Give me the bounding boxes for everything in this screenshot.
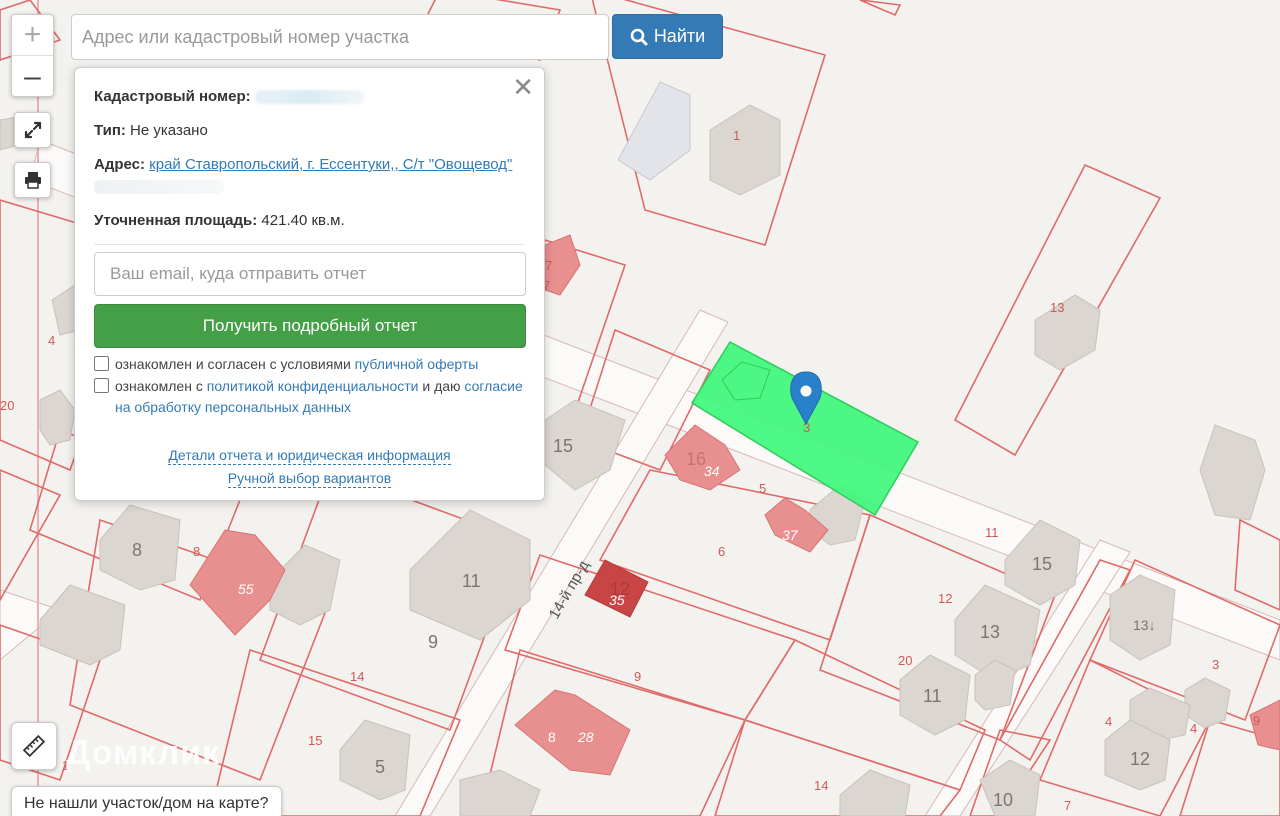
svg-text:5: 5 — [759, 481, 766, 496]
privacy-consent-text-b: и даю — [422, 378, 461, 394]
svg-text:34: 34 — [704, 463, 720, 479]
ruler-button[interactable] — [11, 722, 57, 770]
manual-selection-link[interactable]: Ручной выбор вариантов — [227, 470, 392, 488]
svg-text:13: 13 — [980, 622, 1000, 642]
svg-text:35: 35 — [609, 592, 625, 608]
public-offer-link[interactable]: публичной оферты — [355, 356, 479, 372]
svg-text:5: 5 — [375, 757, 385, 777]
cadastral-number-redacted — [254, 90, 365, 105]
svg-text:37: 37 — [782, 527, 799, 543]
address-redacted — [94, 180, 224, 195]
svg-text:28: 28 — [577, 729, 594, 745]
type-value: Не указано — [130, 122, 208, 139]
svg-text:13↓: 13↓ — [1133, 617, 1156, 633]
offer-consent: ознакомлен и согласен с условиями публич… — [94, 354, 525, 375]
svg-text:12: 12 — [938, 591, 952, 606]
svg-text:7: 7 — [545, 258, 552, 273]
svg-text:15: 15 — [553, 436, 573, 456]
svg-text:1: 1 — [733, 128, 740, 143]
svg-text:12: 12 — [1130, 749, 1150, 769]
popup-links: Детали отчета и юридическая информация Р… — [94, 444, 525, 490]
svg-text:15: 15 — [1032, 554, 1052, 574]
svg-text:14: 14 — [814, 778, 828, 793]
svg-text:4: 4 — [1105, 714, 1112, 729]
privacy-policy-link[interactable]: политикой конфиденциальности — [207, 378, 419, 394]
svg-text:3: 3 — [1212, 657, 1219, 672]
svg-text:13: 13 — [1050, 300, 1064, 315]
svg-text:15: 15 — [308, 733, 322, 748]
svg-text:14: 14 — [350, 669, 364, 684]
svg-text:11: 11 — [462, 571, 481, 591]
expand-icon — [24, 121, 41, 139]
email-field[interactable] — [94, 252, 526, 296]
svg-text:9: 9 — [1253, 713, 1260, 728]
offer-consent-text: ознакомлен и согласен с условиями — [115, 356, 351, 372]
search-input[interactable] — [71, 14, 609, 60]
address-row: Адрес: край Ставропольский, г. Ессентуки… — [94, 154, 525, 198]
svg-text:10: 10 — [993, 790, 1013, 810]
privacy-consent: ознакомлен с политикой конфиденциальност… — [94, 376, 525, 418]
divider — [94, 244, 525, 245]
close-icon[interactable]: ✕ — [512, 74, 534, 100]
area-value: 421.40 кв.м. — [261, 212, 345, 229]
svg-text:20: 20 — [0, 398, 14, 413]
svg-text:8: 8 — [193, 544, 200, 559]
svg-text:7: 7 — [1064, 798, 1071, 813]
privacy-consent-text-a: ознакомлен с — [115, 378, 203, 394]
svg-text:20: 20 — [898, 653, 912, 668]
printer-icon — [24, 172, 41, 189]
type-row: Тип: Не указано — [94, 120, 525, 142]
cadastral-number-row: Кадастровый номер: — [94, 86, 525, 108]
svg-text:9: 9 — [428, 632, 438, 652]
zoom-control: + – — [11, 14, 54, 97]
svg-text:9: 9 — [634, 669, 641, 684]
address-link[interactable]: край Ставропольский, г. Ессентуки,, С/т … — [149, 156, 512, 173]
search-icon — [630, 28, 648, 45]
offer-consent-checkbox[interactable] — [94, 356, 109, 371]
print-button[interactable] — [14, 162, 51, 198]
svg-text:55: 55 — [238, 581, 254, 597]
svg-text:11: 11 — [985, 525, 999, 540]
get-report-button[interactable]: Получить подробный отчет — [94, 304, 526, 348]
search-button[interactable]: Найти — [612, 14, 723, 59]
svg-text:11: 11 — [923, 686, 942, 706]
ruler-icon — [22, 734, 46, 758]
type-label: Тип: — [94, 122, 126, 139]
cadastral-label: Кадастровый номер: — [94, 88, 251, 105]
zoom-in-button[interactable]: + — [12, 15, 53, 56]
svg-text:4: 4 — [48, 333, 55, 348]
search-button-label: Найти — [653, 26, 706, 46]
svg-text:8: 8 — [548, 729, 556, 745]
svg-text:8: 8 — [132, 540, 142, 560]
privacy-consent-checkbox[interactable] — [94, 378, 109, 393]
svg-text:4: 4 — [1190, 721, 1197, 736]
svg-text:6: 6 — [718, 544, 725, 559]
address-label: Адрес: — [94, 156, 145, 173]
zoom-out-button[interactable]: – — [12, 56, 53, 97]
not-found-button[interactable]: Не нашли участок/дом на карте? — [11, 786, 282, 816]
watermark: Домклик — [66, 734, 221, 772]
area-label: Уточненная площадь: — [94, 212, 258, 229]
parcel-info-popup: ✕ Кадастровый номер: Тип: Не указано Адр… — [74, 67, 545, 501]
report-details-link[interactable]: Детали отчета и юридическая информация — [168, 447, 451, 465]
fullscreen-button[interactable] — [14, 112, 51, 148]
area-row: Уточненная площадь: 421.40 кв.м. — [94, 210, 525, 232]
